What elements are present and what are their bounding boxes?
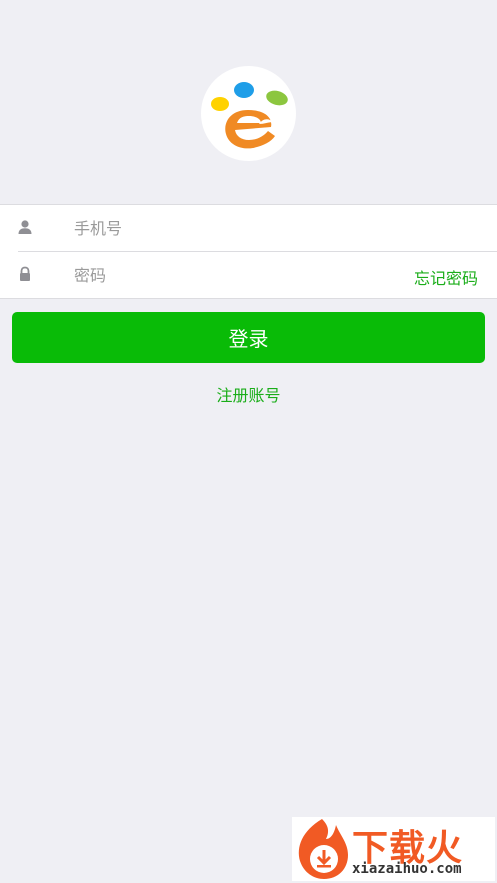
lock-icon xyxy=(17,266,33,282)
app-logo xyxy=(201,66,296,161)
user-icon xyxy=(17,219,33,235)
password-input[interactable] xyxy=(74,262,374,288)
brand-e-logo-icon xyxy=(211,82,288,149)
register-link[interactable]: 注册账号 xyxy=(0,382,497,406)
phone-input[interactable] xyxy=(74,215,374,241)
forgot-password-link[interactable]: 忘记密码 xyxy=(414,265,478,289)
password-row: 忘记密码 xyxy=(0,252,497,298)
login-button[interactable]: 登录 xyxy=(12,312,485,363)
download-flame-icon xyxy=(298,819,348,879)
watermark-url: xiazaihuo.com xyxy=(352,861,462,877)
login-form: 忘记密码 xyxy=(0,204,497,299)
watermark: 下载火 xiazaihuo.com xyxy=(292,817,495,881)
phone-row xyxy=(0,205,497,252)
